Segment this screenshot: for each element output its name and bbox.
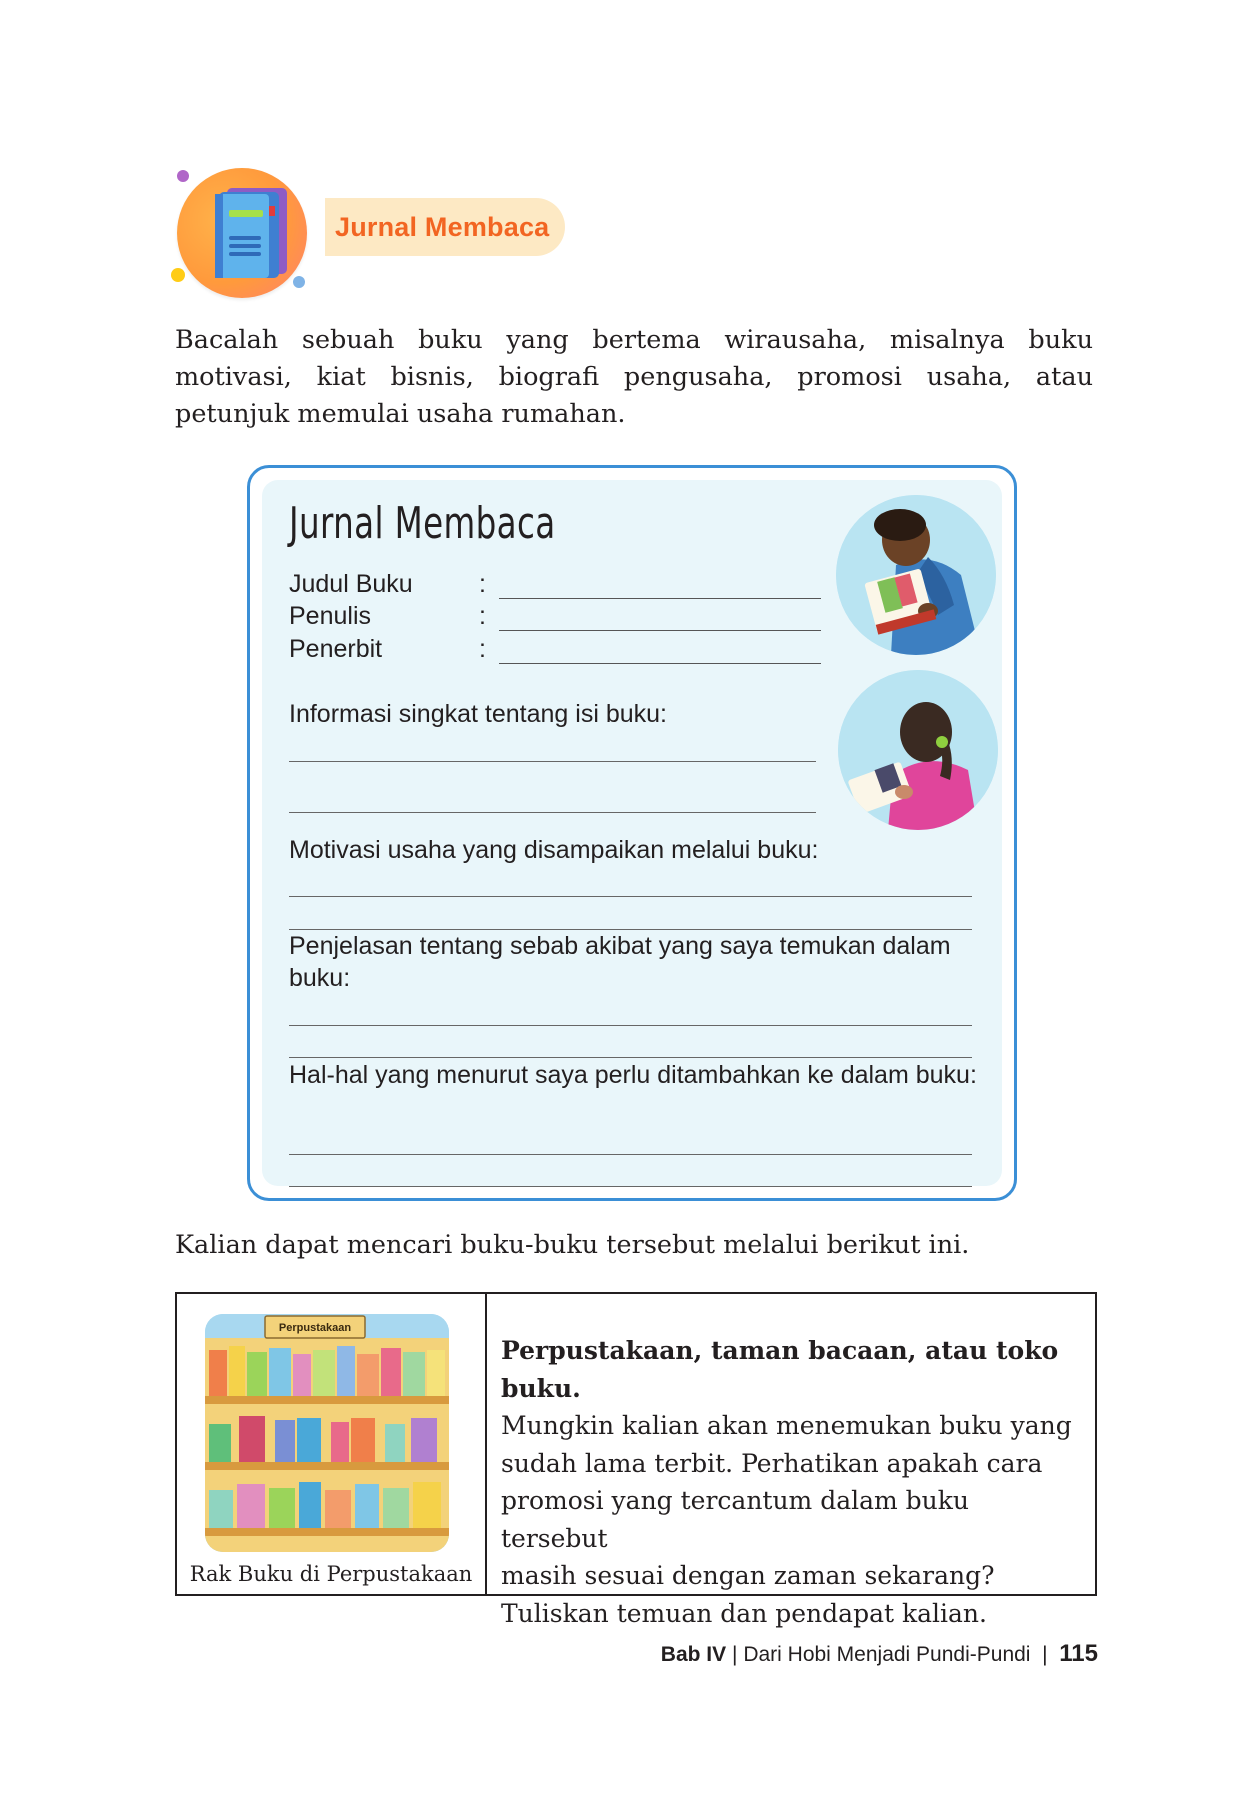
table-divider	[485, 1294, 487, 1594]
section-title: Jurnal Membaca	[335, 211, 550, 242]
field-publisher: Penerbit :	[289, 635, 821, 667]
library-shelf-illustration: Perpustakaan	[205, 1314, 449, 1552]
description-line: masih sesuai dengan zaman sekarang?	[501, 1561, 995, 1590]
page-number: 115	[1059, 1640, 1098, 1667]
field-label: Judul Buku	[289, 570, 413, 598]
write-line[interactable]	[499, 598, 821, 599]
chapter-title: Dari Hobi Menjadi Pundi-Pundi	[743, 1643, 1031, 1666]
write-line[interactable]	[499, 663, 821, 664]
heading-pill: Jurnal Membaca	[325, 198, 565, 256]
write-line[interactable]	[289, 1154, 972, 1155]
reading-journal-card: Jurnal Membaca Judul Buku : Penulis : Pe…	[247, 465, 1017, 1201]
description-line: Tuliskan temuan dan pendapat kalian.	[501, 1598, 987, 1628]
boy-reading-illustration	[836, 495, 996, 655]
write-line[interactable]	[289, 896, 972, 897]
field-author: Penulis :	[289, 602, 821, 634]
intro-paragraph: Bacalah sebuah buku yang bertema wirausa…	[175, 325, 1093, 429]
find-books-text: Kalian dapat mencari buku-buku tersebut …	[175, 1230, 970, 1260]
field-colon: :	[479, 570, 486, 598]
girl-reading-illustration	[838, 670, 998, 830]
shelf-sign-text: Perpustakaan	[279, 1322, 351, 1334]
resource-description: Perpustakaan, taman bacaan, atau toko bu…	[501, 1332, 1081, 1632]
footer-separator: |	[1042, 1643, 1048, 1666]
card-body: Jurnal Membaca Judul Buku : Penulis : Pe…	[262, 480, 1002, 1187]
description-line: Mungkin kalian akan menemukan buku yang	[501, 1411, 1072, 1440]
write-line[interactable]	[289, 761, 816, 762]
resource-table: Perpustakaan Rak Buku di Perpustakaan Pe…	[175, 1292, 1097, 1628]
image-caption: Rak Buku di Perpustakaan	[189, 1562, 473, 1586]
write-line[interactable]	[289, 1057, 972, 1058]
field-book-title: Judul Buku :	[289, 570, 821, 602]
field-label: Penerbit	[289, 635, 383, 663]
description-line: sudah lama terbit. Perhatikan apakah car…	[501, 1448, 1043, 1478]
page-footer: Bab IV | Dari Hobi Menjadi Pundi-Pundi |…	[661, 1640, 1098, 1668]
journal-title: Jurnal Membaca	[289, 498, 556, 549]
prompt-motivation: Motivasi usaha yang disampaikan melalui …	[289, 836, 819, 864]
prompt-additions: Hal-hal yang menurut saya perlu ditambah…	[289, 1061, 977, 1089]
book-icon	[215, 188, 287, 278]
field-label: Penulis	[289, 602, 371, 630]
write-line[interactable]	[499, 630, 821, 631]
write-line[interactable]	[289, 1186, 972, 1187]
description-line: promosi yang tercantum dalam buku terseb…	[501, 1486, 970, 1553]
write-line[interactable]	[289, 1025, 972, 1026]
field-colon: :	[479, 635, 486, 663]
section-heading: Jurnal Membaca	[165, 160, 585, 300]
field-colon: :	[479, 602, 486, 630]
chapter-label: Bab IV	[660, 1643, 727, 1666]
decorative-dot	[171, 268, 185, 282]
write-line[interactable]	[289, 812, 816, 813]
description-heading: Perpustakaan, taman bacaan, atau toko bu…	[501, 1336, 1059, 1403]
prompt-cause-effect: Penjelasan tentang sebab akibat yang say…	[289, 932, 951, 992]
decorative-dot	[177, 170, 189, 182]
footer-separator: |	[732, 1643, 738, 1666]
